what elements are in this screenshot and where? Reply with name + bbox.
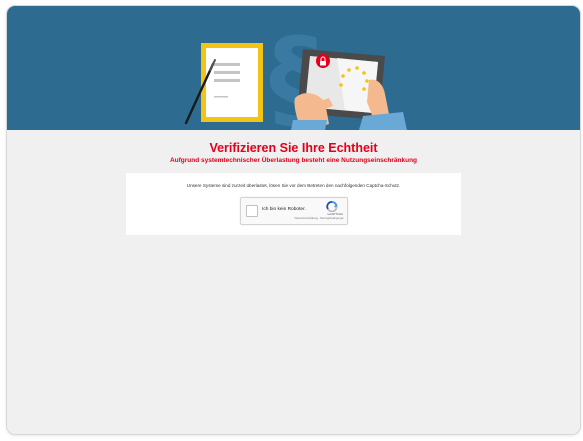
header-banner: § (7, 6, 580, 130)
lock-icon (316, 54, 330, 68)
page-title: Verifizieren Sie Ihre Echtheit (209, 141, 378, 155)
recaptcha-links: Datenschutzerklärung - Nutzungsbedingung… (295, 217, 344, 220)
document-icon (201, 43, 263, 122)
recaptcha-checkbox[interactable] (246, 205, 258, 217)
privacy-link[interactable]: Datenschutzerklärung (295, 217, 318, 220)
recaptcha-widget: Ich bin kein Roboter. reCAPTCHA Datensch… (240, 197, 348, 225)
tablet-icon (291, 49, 407, 130)
recaptcha-label: Ich bin kein Roboter. (262, 207, 306, 212)
recaptcha-brand: reCAPTCHA (327, 212, 343, 216)
overload-message: Unsere Systeme sind zurzeit überlastet, … (186, 183, 401, 188)
terms-link[interactable]: Nutzungsbedingungen (320, 217, 344, 220)
recaptcha-logo-icon (326, 201, 338, 212)
browser-viewport: § Verifizieren Sie Ihre Echtheit Aufgrun… (7, 6, 580, 434)
hero-illustration: § (184, 14, 407, 130)
page-subtitle: Aufgrund systemtechnischer Überlastung b… (169, 157, 418, 164)
captcha-card: Unsere Systeme sind zurzeit überlastet, … (126, 173, 461, 235)
